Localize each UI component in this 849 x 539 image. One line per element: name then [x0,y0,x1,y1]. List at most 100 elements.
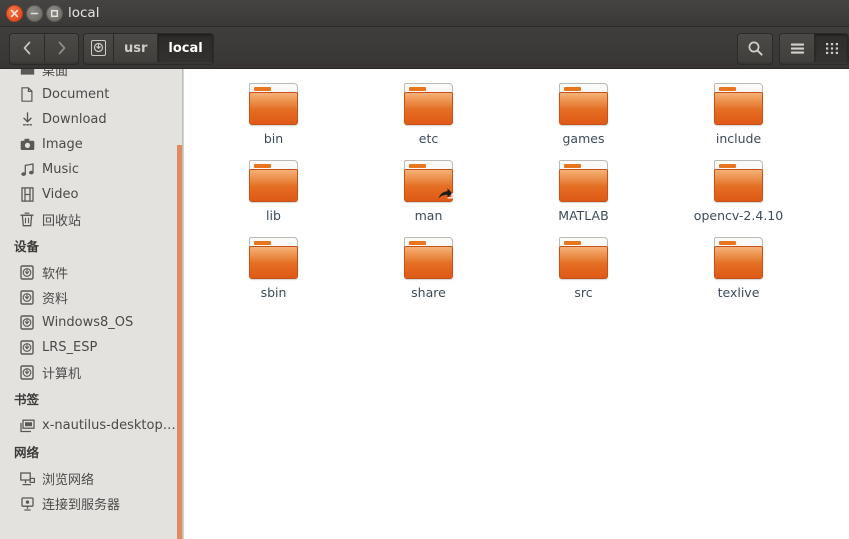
sidebar-scroll-area: 桌面 Document Download Image Music Video 回… [0,69,182,516]
sidebar-item-label: 资料 [42,292,69,307]
file-item[interactable]: texlive [661,231,816,308]
sidebar-item-computer[interactable]: 计算机 [0,360,182,385]
breadcrumb-local[interactable]: local [157,34,213,62]
drive-icon [18,289,36,307]
sidebar-item-label: 回收站 [42,214,82,229]
network-browse-icon [18,470,36,488]
folder-icon [404,237,453,280]
maximize-icon [50,9,59,18]
sidebar-item-label: 计算机 [42,367,82,382]
file-label: include [715,131,762,146]
file-label: man [414,208,443,223]
file-list-area[interactable]: bin etc games include lib man MATLAB ope… [183,69,849,539]
file-label: share [411,285,446,300]
sidebar-item-windows8-os[interactable]: Windows8_OS [0,310,182,335]
file-item[interactable]: sbin [196,231,351,308]
folder-icon [404,160,453,203]
list-view-icon [790,43,804,54]
folder-icon [714,237,763,280]
forward-button[interactable] [44,34,78,62]
sidebar: 桌面 Document Download Image Music Video 回… [0,69,182,539]
download-icon [18,111,36,129]
breadcrumb-usr[interactable]: usr [113,34,158,62]
sidebar-item-music[interactable]: Music [0,157,182,182]
breadcrumb: usr local [83,33,214,65]
toolbar: usr local [0,27,849,69]
maximize-button[interactable] [46,5,63,22]
file-label: games [562,131,605,146]
file-label: opencv-2.4.10 [693,208,784,223]
sidebar-item-x-nautilus-desktop[interactable]: x-nautilus-desktop… [0,413,182,438]
drive-icon [91,40,106,56]
search-icon [748,41,763,56]
file-label: lib [266,208,281,223]
file-item[interactable]: etc [351,77,506,154]
file-item[interactable]: games [506,77,661,154]
sidebar-item-data[interactable]: 资料 [0,285,182,310]
navigation-buttons [9,33,79,65]
search-button-group [737,33,773,65]
sidebar-item-image[interactable]: Image [0,132,182,157]
trash-icon [18,211,36,229]
sidebar-item-lrs-esp[interactable]: LRS_ESP [0,335,182,360]
file-item[interactable]: src [506,231,661,308]
sidebar-heading-network: 网络 [14,445,40,460]
desktop-icon [18,417,36,435]
back-button[interactable] [10,34,44,62]
sidebar-section-network: 浏览网络 连接到服务器 [0,466,182,516]
sidebar-item-browse-network[interactable]: 浏览网络 [0,466,182,491]
window-controls [6,5,63,22]
file-label: src [574,285,593,300]
grid-view-icon [825,42,838,54]
file-item[interactable]: bin [196,77,351,154]
sidebar-item-software[interactable]: 软件 [0,260,182,285]
chevron-right-icon [58,41,66,55]
view-mode-buttons [779,33,849,65]
server-connect-icon [18,495,36,513]
folder-icon [559,83,608,126]
sidebar-item-connect-to-server[interactable]: 连接到服务器 [0,491,182,516]
folder-icon [404,83,453,126]
folder-icon [714,83,763,126]
drive-icon [18,339,36,357]
folder-icon [714,160,763,203]
window-body: 桌面 Document Download Image Music Video 回… [0,69,849,539]
minimize-icon [30,12,39,15]
sidebar-item-document[interactable]: Document [0,82,182,107]
chevron-left-icon [23,41,30,55]
title-bar: local [0,0,849,27]
list-view-button[interactable] [780,34,814,62]
file-item[interactable]: man [351,154,506,231]
search-button[interactable] [738,34,772,62]
sidebar-item-label: 桌面 [42,69,69,79]
sidebar-section-bookmarks: x-nautilus-desktop… [0,413,182,438]
sidebar-section-devices: 软件 资料 Windows8_OS LRS_ESP 计算机 [0,260,182,385]
file-item[interactable]: MATLAB [506,154,661,231]
sidebar-item-download[interactable]: Download [0,107,182,132]
file-item[interactable]: lib [196,154,351,231]
sidebar-item-trash[interactable]: 回收站 [0,207,182,232]
sidebar-heading-devices: 设备 [14,239,40,254]
sidebar-heading-bookmarks: 书签 [14,392,40,407]
file-item[interactable]: opencv-2.4.10 [661,154,816,231]
folder-icon [249,160,298,203]
sidebar-item-label: Document [42,87,110,102]
file-item[interactable]: share [351,231,506,308]
sidebar-item-desktop[interactable]: 桌面 [0,69,182,82]
sidebar-item-label: LRS_ESP [42,340,98,355]
sidebar-item-video[interactable]: Video [0,182,182,207]
minimize-button[interactable] [26,5,43,22]
grid-view-button[interactable] [814,34,848,62]
file-item[interactable]: include [661,77,816,154]
breadcrumb-root-device[interactable] [84,34,113,62]
file-label: bin [263,131,284,146]
folder-icon [249,237,298,280]
film-icon [18,186,36,204]
sidebar-section-places: 桌面 Document Download Image Music Video 回… [0,69,182,232]
sidebar-item-label: Music [42,162,79,177]
folder-icon [18,69,36,79]
drive-icon [18,314,36,332]
sidebar-item-label: Video [42,187,79,202]
close-button[interactable] [6,5,23,22]
music-note-icon [18,161,36,179]
